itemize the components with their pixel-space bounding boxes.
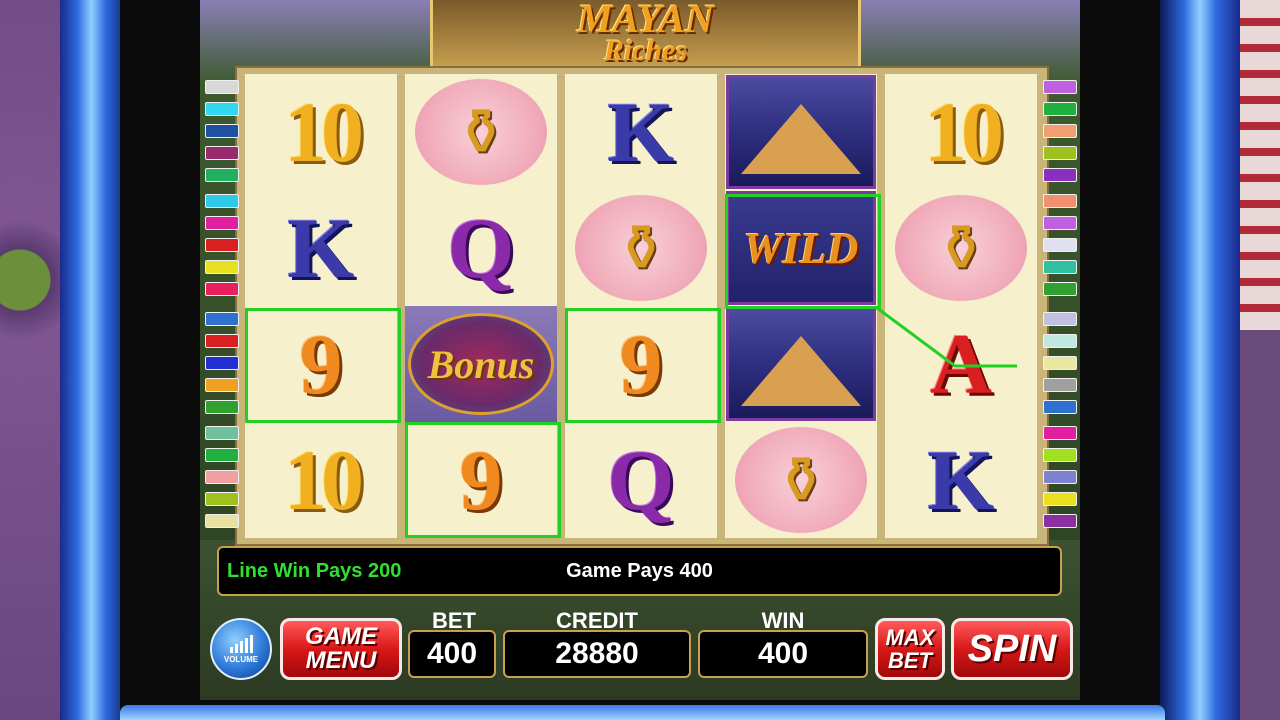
payline-indicator — [1043, 400, 1077, 414]
payline-indicator — [205, 470, 239, 484]
payline-indicator — [1043, 102, 1077, 116]
payline-indicator — [1043, 168, 1077, 182]
max-bet-label-1: MAX — [885, 625, 935, 650]
payline — [876, 306, 1017, 368]
payline-indicator — [1043, 282, 1077, 296]
payline-indicator — [205, 146, 239, 160]
max-bet-label-2: BET — [888, 648, 932, 673]
game-menu-button[interactable]: GAME MENU — [280, 618, 402, 680]
payline-indicator — [205, 400, 239, 414]
cabinet-bottom-trim — [120, 705, 1165, 720]
payline-indicator — [205, 102, 239, 116]
payline-indicator — [205, 238, 239, 252]
payline-indicator — [1043, 334, 1077, 348]
slot-screen: MAYAN Riches 10 K 9 10 ⚱ Q Bonus 9 K ⚱ 9 Q WILD ⚱ 10 ⚱ A… — [200, 0, 1080, 700]
payline-indicator — [1043, 146, 1077, 160]
payline-indicator — [1043, 356, 1077, 370]
payline-indicator — [205, 282, 239, 296]
payline-indicator — [205, 356, 239, 370]
payline-indicator — [205, 492, 239, 506]
payline-indicator — [1043, 514, 1077, 528]
reels-frame: 10 K 9 10 ⚱ Q Bonus 9 K ⚱ 9 Q WILD ⚱ 10 ⚱ A K — [235, 66, 1049, 546]
payline-indicator — [205, 124, 239, 138]
payline-indicator — [1043, 426, 1077, 440]
payline-indicator — [1043, 378, 1077, 392]
payline-indicator — [205, 312, 239, 326]
payline-indicator — [1043, 470, 1077, 484]
max-bet-button[interactable]: MAX BET — [875, 618, 945, 680]
volume-icon — [229, 634, 253, 653]
bet-value: 400 — [408, 630, 496, 678]
message-bar: Line Win Pays 200 Game Pays 400 — [217, 546, 1062, 596]
credit-value: 28880 — [503, 630, 691, 678]
payline-indicator — [205, 194, 239, 208]
win-value: 400 — [698, 630, 868, 678]
volume-button[interactable]: VOLUME — [210, 618, 272, 680]
game-menu-label-2: MENU — [305, 647, 377, 674]
payline-indicator — [1043, 312, 1077, 326]
game-pays-text: Game Pays 400 — [566, 560, 713, 582]
payline-indicator — [1043, 216, 1077, 230]
payline-indicator — [205, 448, 239, 462]
volume-label: VOLUME — [223, 654, 259, 664]
game-menu-label-1: GAME — [305, 623, 377, 650]
payline-indicator — [205, 426, 239, 440]
payline-indicator — [1043, 448, 1077, 462]
payline-indicator — [205, 378, 239, 392]
logo-title: MAYAN — [576, 0, 715, 41]
payline-indicator — [205, 260, 239, 274]
logo-subtitle: Riches — [603, 34, 688, 67]
payline-indicator — [205, 514, 239, 528]
spin-button[interactable]: SPIN — [951, 618, 1073, 680]
payline-indicator — [1043, 124, 1077, 138]
cabinet-right-trim — [1160, 0, 1240, 720]
payline-indicator — [205, 216, 239, 230]
payline-indicator — [205, 168, 239, 182]
payline-indicator — [1043, 492, 1077, 506]
payline-indicator — [1043, 238, 1077, 252]
payline-indicator — [1043, 260, 1077, 274]
payline-indicator — [1043, 194, 1077, 208]
payline-indicator — [205, 80, 239, 94]
game-logo: MAYAN Riches — [430, 0, 861, 71]
payline-indicator — [205, 334, 239, 348]
payline-indicator — [1043, 80, 1077, 94]
